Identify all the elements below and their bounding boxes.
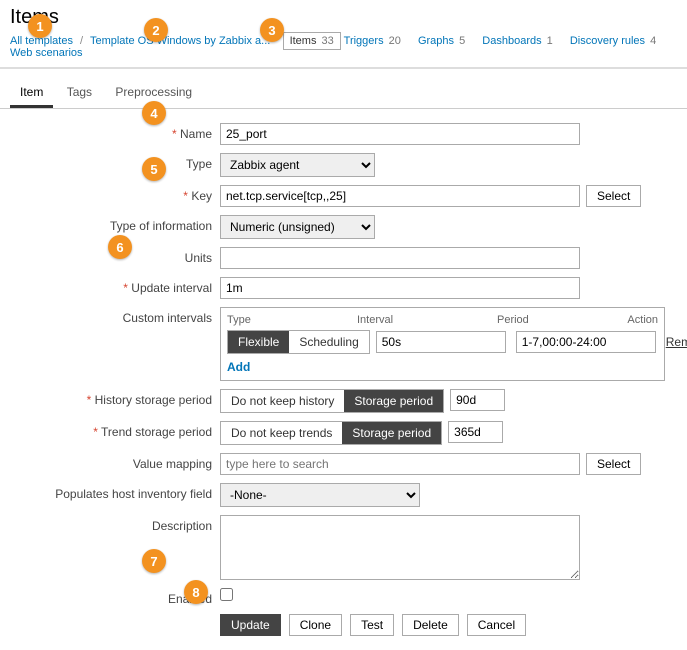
bc-webscenarios[interactable]: Web scenarios <box>10 47 83 59</box>
label-custom-intervals: Custom intervals <box>10 307 220 325</box>
test-button[interactable]: Test <box>350 614 394 636</box>
breadcrumb: All templates / Template OS Windows by Z… <box>0 31 687 69</box>
bc-graphs[interactable]: Graphs <box>418 35 454 47</box>
tabs: Item Tags Preprocessing <box>0 73 687 109</box>
tab-item[interactable]: Item <box>10 79 53 108</box>
flexible-option[interactable]: Flexible <box>228 331 289 353</box>
callout-3: 3 <box>260 18 284 42</box>
label-name: Name <box>10 123 220 141</box>
label-description: Description <box>10 515 220 533</box>
bc-template[interactable]: Template OS Windows by Zabbix a... <box>90 35 270 47</box>
label-trend: Trend storage period <box>10 421 220 439</box>
trend-value-input[interactable] <box>448 421 503 443</box>
callout-1: 1 <box>28 14 52 38</box>
label-key: Key <box>10 185 220 203</box>
bc-items[interactable]: Items 33 <box>283 32 341 50</box>
interval-type-toggle[interactable]: Flexible Scheduling <box>227 330 370 354</box>
tab-tags[interactable]: Tags <box>57 79 102 105</box>
history-value-input[interactable] <box>450 389 505 411</box>
inventory-select[interactable]: -None- <box>220 483 420 507</box>
callout-5: 5 <box>142 157 166 181</box>
bc-discovery[interactable]: Discovery rules <box>570 35 645 47</box>
trend-storage[interactable]: Storage period <box>342 422 441 444</box>
page-title: Items <box>0 0 687 31</box>
interval-input[interactable] <box>376 331 506 353</box>
callout-6: 6 <box>108 235 132 259</box>
trend-toggle[interactable]: Do not keep trends Storage period <box>220 421 442 445</box>
cancel-button[interactable]: Cancel <box>467 614 526 636</box>
type-select[interactable]: Zabbix agent <box>220 153 375 177</box>
callout-2: 2 <box>144 18 168 42</box>
history-storage[interactable]: Storage period <box>344 390 443 412</box>
bc-dashboards[interactable]: Dashboards <box>482 35 541 47</box>
type-of-info-select[interactable]: Numeric (unsigned) <box>220 215 375 239</box>
update-interval-input[interactable] <box>220 277 580 299</box>
callout-4: 4 <box>142 101 166 125</box>
custom-intervals-panel: TypeIntervalPeriodAction Flexible Schedu… <box>220 307 665 381</box>
scheduling-option[interactable]: Scheduling <box>289 331 368 353</box>
clone-button[interactable]: Clone <box>289 614 342 636</box>
delete-button[interactable]: Delete <box>402 614 459 636</box>
add-interval-link[interactable]: Add <box>227 360 658 374</box>
label-update-interval: Update interval <box>10 277 220 295</box>
key-input[interactable] <box>220 185 580 207</box>
trend-nokeep[interactable]: Do not keep trends <box>221 422 342 444</box>
label-value-mapping: Value mapping <box>10 453 220 471</box>
bc-triggers[interactable]: Triggers <box>344 35 384 47</box>
label-type-of-info: Type of information <box>10 215 220 233</box>
label-inventory: Populates host inventory field <box>10 483 220 501</box>
value-mapping-input[interactable] <box>220 453 580 475</box>
remove-interval-link[interactable]: Remove <box>666 335 687 349</box>
callout-7: 7 <box>142 549 166 573</box>
label-type: Type <box>10 153 220 171</box>
name-input[interactable] <box>220 123 580 145</box>
key-select-button[interactable]: Select <box>586 185 641 207</box>
callout-8: 8 <box>184 580 208 604</box>
period-input[interactable] <box>516 331 656 353</box>
enabled-checkbox[interactable] <box>220 588 233 601</box>
description-textarea[interactable] <box>220 515 580 580</box>
units-input[interactable] <box>220 247 580 269</box>
history-toggle[interactable]: Do not keep history Storage period <box>220 389 444 413</box>
label-history: History storage period <box>10 389 220 407</box>
update-button[interactable]: Update <box>220 614 281 636</box>
history-nokeep[interactable]: Do not keep history <box>221 390 344 412</box>
value-mapping-select-button[interactable]: Select <box>586 453 641 475</box>
